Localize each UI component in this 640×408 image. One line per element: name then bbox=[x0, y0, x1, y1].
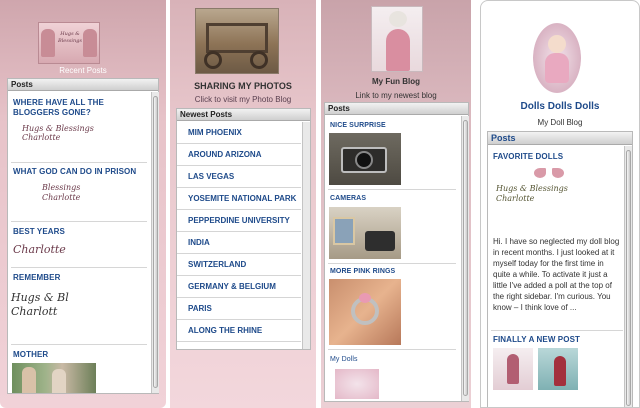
post-title-4[interactable]: REMEMBER bbox=[13, 273, 60, 282]
fun-blog-subtitle: Link to my newest blog bbox=[355, 91, 437, 100]
doll-blog-widget: Dolls Dolls Dolls My Doll Blog Posts FAV… bbox=[480, 0, 640, 408]
divider bbox=[11, 267, 147, 268]
photo-blog-title[interactable]: SHARING MY PHOTOS bbox=[170, 81, 316, 91]
posts-scrollbar[interactable] bbox=[151, 92, 159, 393]
bow-icon bbox=[534, 168, 564, 180]
fun-blog-title[interactable]: My Fun Blog bbox=[321, 77, 471, 86]
posts-panel: Posts WHERE HAVE ALL THE BLOGGERS GONE? … bbox=[7, 78, 159, 394]
doll-posts-scrollbar[interactable] bbox=[624, 146, 632, 407]
photo-link[interactable]: PEPPERDINE UNIVERSITY bbox=[177, 210, 301, 232]
camera-photo-2[interactable] bbox=[329, 207, 401, 259]
recent-posts-caption: Recent Posts bbox=[59, 66, 107, 75]
photo-link[interactable]: SWITZERLAND bbox=[177, 254, 301, 276]
post-signature-4: Hugs & Bl Charlott bbox=[11, 291, 69, 318]
recent-posts-logo[interactable]: Hugs & Blessings bbox=[38, 22, 100, 64]
photo-link[interactable]: AROUND ARIZONA bbox=[177, 144, 301, 166]
photo-blog-subtitle: Click to visit my Photo Blog bbox=[194, 95, 292, 104]
fun-blog-image[interactable] bbox=[371, 6, 423, 72]
divider bbox=[328, 189, 456, 190]
divider bbox=[11, 344, 147, 345]
doll-post-title-1[interactable]: FAVORITE DOLLS bbox=[493, 152, 563, 161]
fun-post-title-4[interactable]: My Dolls bbox=[330, 356, 358, 363]
post-signature-2: Blessings Charlotte bbox=[42, 183, 81, 202]
doll-posts-panel: Posts FAVORITE DOLLS Hugs & Blessings Ch… bbox=[487, 131, 633, 407]
fun-post-title-3[interactable]: MORE PINK RINGS bbox=[330, 268, 395, 275]
fun-post-title-2[interactable]: CAMERAS bbox=[330, 195, 366, 202]
post-title-1[interactable]: WHERE HAVE ALL THE BLOGGERS GONE? bbox=[13, 98, 143, 118]
photo-link[interactable]: ALONG THE RHINE bbox=[177, 320, 301, 342]
post-title-2[interactable]: WHAT GOD CAN DO IN PRISON bbox=[13, 167, 153, 176]
dolls-photo[interactable] bbox=[335, 369, 379, 399]
photo-link[interactable]: MIM PHOENIX bbox=[177, 122, 301, 144]
scrollbar-thumb[interactable] bbox=[626, 150, 631, 406]
scrollbar-thumb[interactable] bbox=[153, 96, 158, 388]
post-signature-3: Charlotte bbox=[13, 243, 66, 256]
post-signature-1: Hugs & Blessings Charlotte bbox=[22, 124, 94, 142]
scrollbar-thumb[interactable] bbox=[463, 120, 468, 396]
fun-blog-scrollbar[interactable] bbox=[461, 116, 469, 401]
photo-blog-widget: SHARING MY PHOTOS Click to visit my Phot… bbox=[170, 0, 316, 408]
photo-link[interactable]: INDIA bbox=[177, 232, 301, 254]
photo-blog-image[interactable] bbox=[195, 8, 279, 74]
divider bbox=[11, 162, 147, 163]
post-title-5[interactable]: MOTHER bbox=[13, 350, 48, 359]
doll-thumb-2[interactable] bbox=[538, 348, 578, 390]
divider bbox=[328, 263, 456, 264]
doll-blog-subtitle: My Doll Blog bbox=[537, 118, 583, 127]
newest-posts-scrollbar[interactable] bbox=[302, 122, 310, 349]
newest-posts-header: Newest Posts bbox=[177, 109, 310, 121]
doll-thumb-1[interactable] bbox=[493, 348, 533, 390]
doll-post-title-2[interactable]: FINALLY A NEW POST bbox=[493, 335, 580, 344]
photo-link[interactable]: GERMANY & BELGIUM bbox=[177, 276, 301, 298]
photo-link[interactable]: YOSEMITE NATIONAL PARK bbox=[177, 188, 301, 210]
photo-link[interactable]: LAS VEGAS bbox=[177, 166, 301, 188]
divider bbox=[328, 349, 456, 350]
doll-blog-image[interactable] bbox=[533, 23, 581, 93]
fun-blog-posts-panel: Posts NICE SURPRISE CAMERAS MORE PINK RI… bbox=[324, 102, 469, 402]
doll-posts-header: Posts bbox=[488, 132, 632, 145]
fun-blog-widget: My Fun Blog Link to my newest blog Posts… bbox=[321, 0, 471, 408]
post-title-3[interactable]: BEST YEARS bbox=[13, 227, 65, 236]
doll-post-signature: Hugs & Blessings Charlotte bbox=[496, 184, 568, 203]
divider bbox=[11, 221, 147, 222]
fun-post-title-1[interactable]: NICE SURPRISE bbox=[330, 122, 386, 129]
recent-posts-widget: Hugs & Blessings Recent Posts Posts WHER… bbox=[0, 0, 166, 408]
doll-post-excerpt: Hi. I have so neglected my doll blog in … bbox=[493, 237, 620, 312]
blog-widgets-page: Hugs & Blessings Recent Posts Posts WHER… bbox=[0, 0, 640, 408]
logo-text: Hugs & Blessings bbox=[58, 31, 82, 44]
mother-photo[interactable] bbox=[12, 363, 96, 393]
doll-blog-title[interactable]: Dolls Dolls Dolls bbox=[481, 101, 639, 112]
newest-posts-panel: Newest Posts MIM PHOENIX AROUND ARIZONA … bbox=[176, 108, 311, 350]
camera-photo-1[interactable] bbox=[329, 133, 401, 185]
posts-panel-header: Posts bbox=[8, 79, 158, 91]
pink-ring-photo[interactable] bbox=[329, 279, 401, 345]
divider bbox=[491, 330, 623, 331]
photo-link[interactable]: PARIS bbox=[177, 298, 301, 320]
fun-blog-posts-header: Posts bbox=[325, 103, 468, 115]
